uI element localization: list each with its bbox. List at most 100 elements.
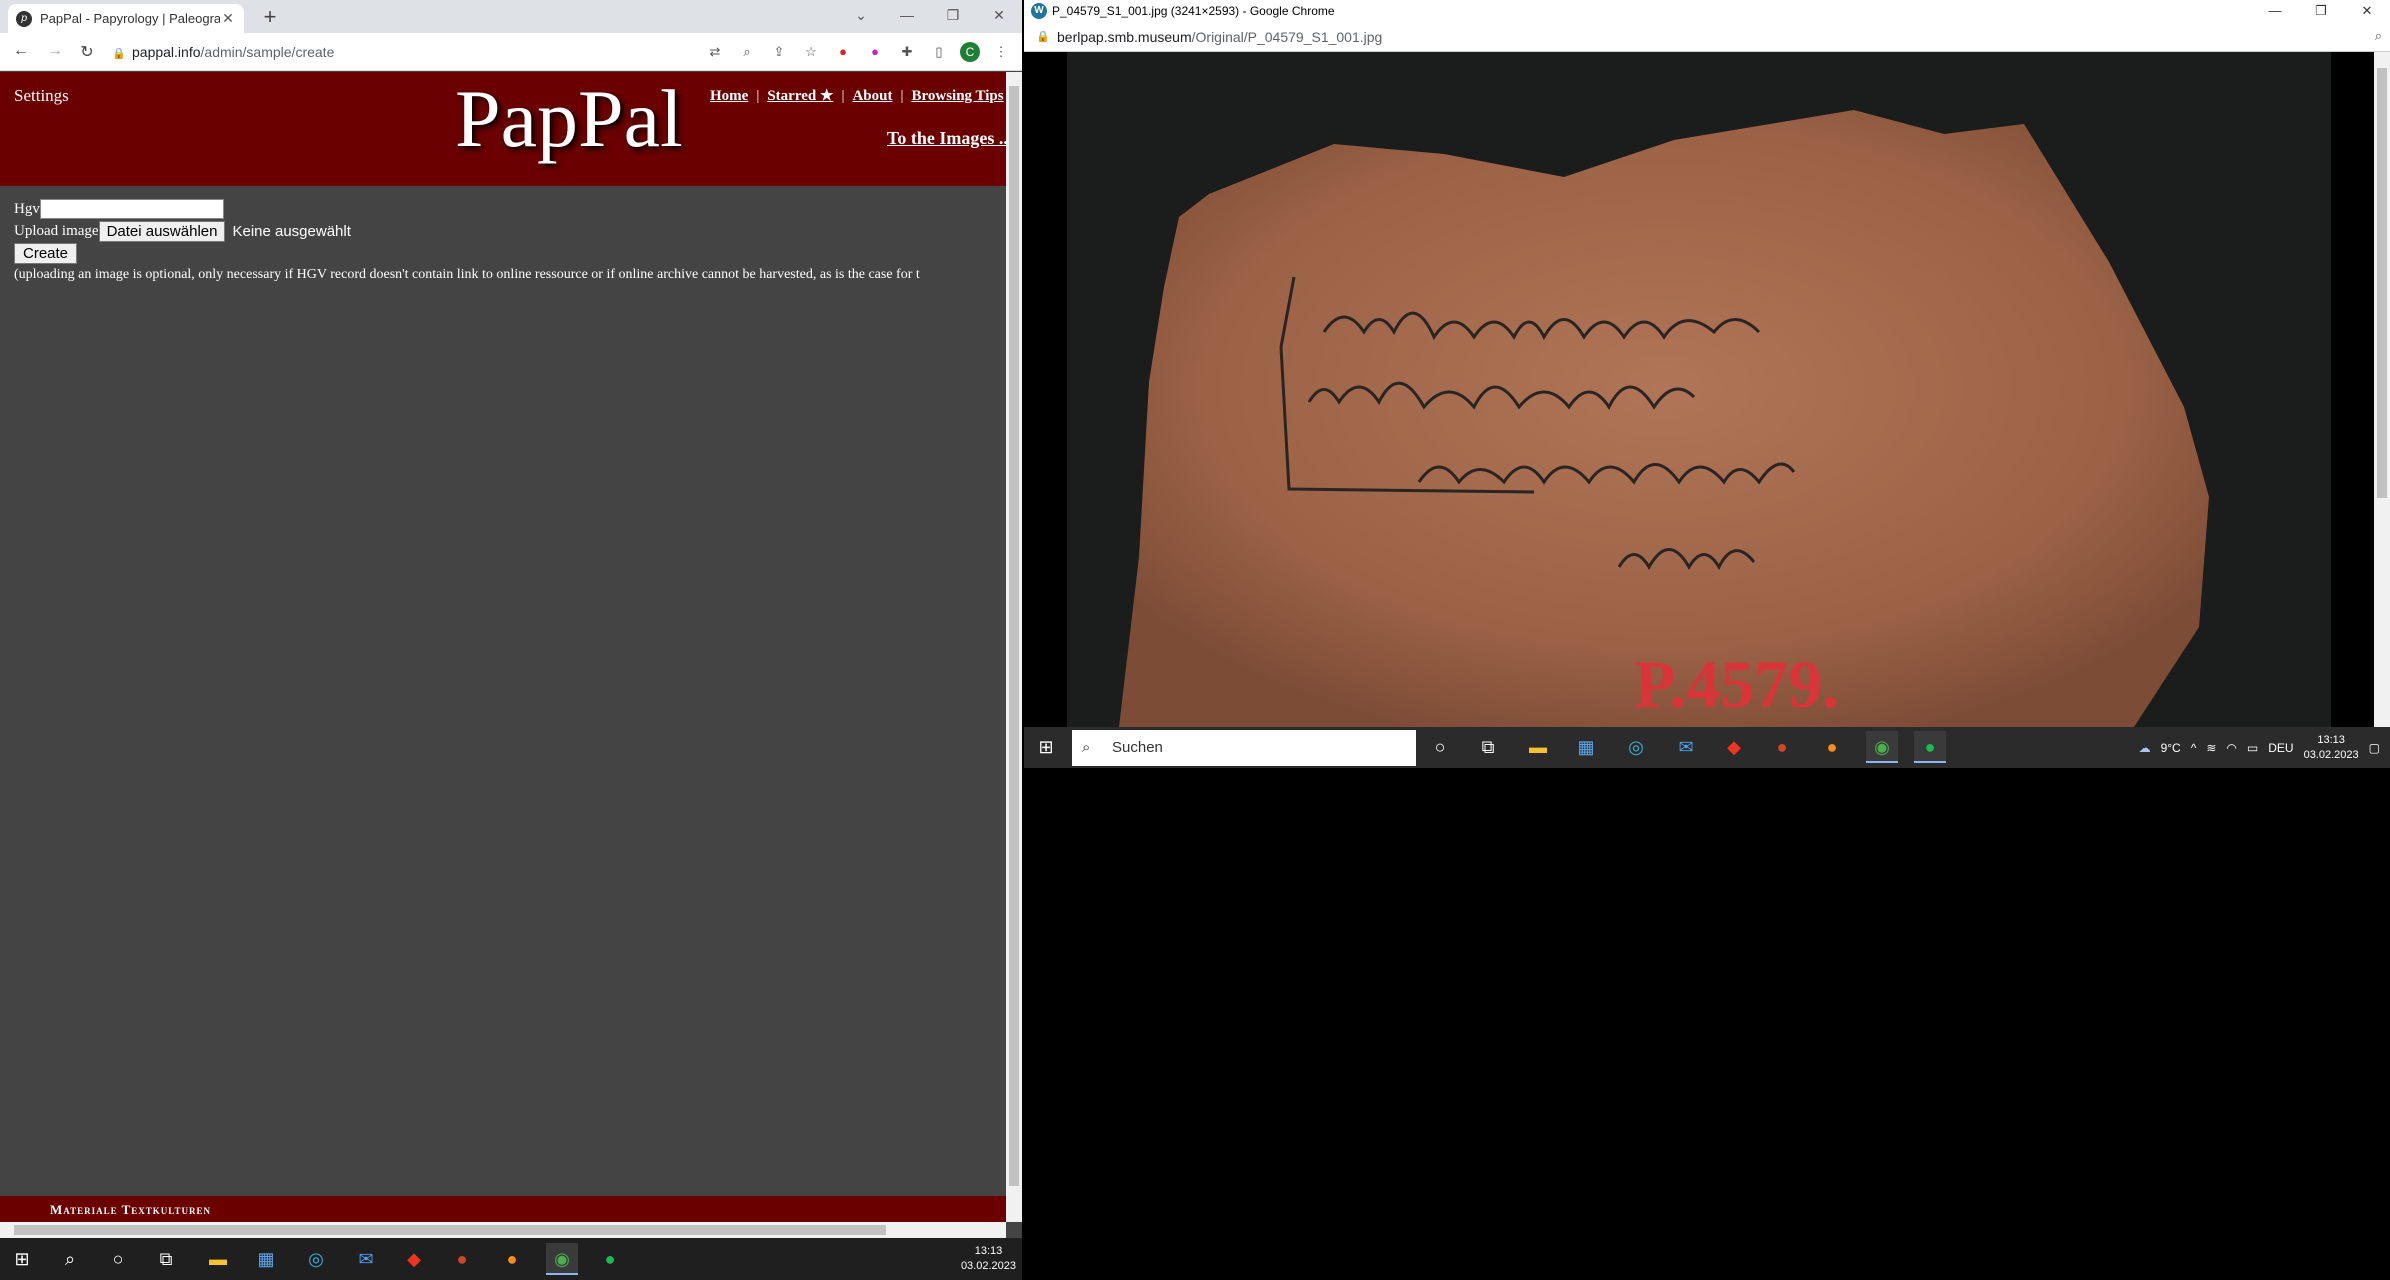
cortana-icon[interactable]: ○ bbox=[1424, 731, 1456, 763]
nav-starred[interactable]: Starred ★ bbox=[767, 88, 833, 104]
hgv-label: Hgv bbox=[14, 200, 40, 217]
nav-separator: | bbox=[900, 88, 904, 104]
spotify-icon[interactable]: ● bbox=[1914, 731, 1946, 763]
chrome-icon[interactable]: ◉ bbox=[546, 1243, 578, 1275]
wifi-icon[interactable]: ◠ bbox=[2226, 741, 2236, 755]
zoom-icon[interactable]: ⌕ bbox=[2375, 28, 2382, 44]
extension-red-icon[interactable]: ● bbox=[832, 42, 854, 62]
site-logo[interactable]: PapPal bbox=[455, 72, 683, 166]
right-browser-window: W P_04579_S1_001.jpg (3241×2593) - Googl… bbox=[1024, 0, 2390, 768]
vertical-scrollbar[interactable] bbox=[1006, 72, 1022, 1222]
firefox-icon[interactable]: ● bbox=[1816, 731, 1848, 763]
tab-pappal[interactable]: p PapPal - Papyrology | Paleograph ✕ bbox=[8, 4, 244, 33]
windows-start-icon[interactable]: ⊞ bbox=[1030, 731, 1062, 763]
restore-button[interactable]: ❐ bbox=[2298, 0, 2344, 22]
acrobat-icon[interactable]: ◆ bbox=[398, 1243, 430, 1275]
ostracon-shard bbox=[1119, 110, 2209, 727]
minimize-button[interactable]: — bbox=[2252, 0, 2298, 22]
create-row: Create bbox=[14, 242, 920, 264]
side-panel-icon[interactable]: ▯ bbox=[928, 42, 950, 62]
profile-avatar[interactable]: C bbox=[960, 42, 980, 62]
tab-title: PapPal - Papyrology | Paleograph bbox=[40, 11, 220, 26]
search-icon[interactable]: ⌕ bbox=[54, 1243, 86, 1275]
task-view-icon[interactable]: ⧉ bbox=[150, 1243, 182, 1275]
mail-icon[interactable]: ✉ bbox=[350, 1243, 382, 1275]
hgv-row: Hgv bbox=[14, 198, 920, 220]
nav-home[interactable]: Home bbox=[710, 88, 748, 104]
extension-purple-icon[interactable]: ● bbox=[864, 42, 886, 62]
horizontal-scrollbar[interactable] bbox=[0, 1222, 1006, 1238]
tab-strip: p PapPal - Papyrology | Paleograph ✕ + ⌄… bbox=[0, 0, 1022, 33]
scroll-thumb[interactable] bbox=[1009, 86, 1019, 1186]
close-window-button[interactable]: ✕ bbox=[2344, 0, 2390, 22]
url-path: /Original/P_04579_S1_001.jpg bbox=[1191, 29, 1383, 45]
nav-browsing-tips[interactable]: Browsing Tips bbox=[911, 88, 1003, 104]
scroll-thumb[interactable] bbox=[2377, 68, 2387, 498]
page-content: Settings PapPal Home | Starred ★ | About | Bro… bbox=[0, 72, 1006, 1222]
tab-close-icon[interactable]: ✕ bbox=[220, 10, 236, 27]
store-icon[interactable]: ▦ bbox=[1570, 731, 1602, 763]
restore-button[interactable]: ❐ bbox=[930, 0, 976, 30]
ostracon-image[interactable]: P.4579. bbox=[1024, 52, 2374, 727]
weather-cloud-icon[interactable]: ☁ bbox=[2139, 741, 2151, 755]
share-icon[interactable]: ⇪ bbox=[768, 42, 790, 62]
minimize-button[interactable]: — bbox=[884, 0, 930, 30]
menu-dots-icon[interactable]: ⋮ bbox=[990, 42, 1012, 62]
language-indicator[interactable]: DEU bbox=[2268, 741, 2293, 755]
network-icon[interactable]: ≋ bbox=[2206, 741, 2216, 755]
powerpoint-icon[interactable]: ● bbox=[446, 1243, 478, 1275]
edge-icon[interactable]: ◎ bbox=[300, 1243, 332, 1275]
zoom-icon[interactable]: ⌕ bbox=[736, 42, 758, 62]
taskbar-clock[interactable]: 13:13 03.02.2023 bbox=[2304, 733, 2359, 763]
image-viewer[interactable]: P.4579. bbox=[1024, 52, 2374, 727]
forward-arrow-icon[interactable]: → bbox=[44, 42, 66, 60]
nav-separator: | bbox=[841, 88, 845, 104]
edge-icon[interactable]: ◎ bbox=[1620, 731, 1652, 763]
reload-icon[interactable]: ↻ bbox=[76, 42, 98, 62]
cortana-icon[interactable]: ○ bbox=[102, 1243, 134, 1275]
pappal-favicon-icon: p bbox=[16, 10, 32, 27]
acrobat-icon[interactable]: ◆ bbox=[1718, 731, 1750, 763]
choose-file-button[interactable]: Datei auswählen bbox=[98, 220, 226, 242]
file-explorer-icon[interactable]: ▬ bbox=[202, 1243, 234, 1275]
notification-icon[interactable]: ▢ bbox=[2369, 741, 2380, 755]
taskbar-clock[interactable]: 13:13 03.02.2023 bbox=[961, 1244, 1016, 1274]
clock-time: 13:13 bbox=[974, 1245, 1003, 1257]
file-status: Keine ausgewählt bbox=[232, 222, 351, 240]
lock-icon: 🔒 bbox=[112, 48, 126, 60]
clock-time: 13:13 bbox=[2317, 733, 2345, 746]
create-button[interactable]: Create bbox=[14, 242, 78, 264]
firefox-icon[interactable]: ● bbox=[496, 1243, 528, 1275]
taskbar-search-input[interactable]: ⌕ Suchen bbox=[1072, 730, 1416, 766]
url-text: berlpap.smb.museum/Original/P_04579_S1_0… bbox=[1057, 29, 1382, 45]
powerpoint-icon[interactable]: ● bbox=[1766, 731, 1798, 763]
wordpress-favicon-icon: W bbox=[1031, 3, 1047, 19]
scroll-thumb[interactable] bbox=[14, 1225, 886, 1235]
windows-start-icon[interactable]: ⊞ bbox=[6, 1243, 38, 1275]
nav-about[interactable]: About bbox=[852, 88, 892, 104]
to-images-link[interactable]: To the Images ... bbox=[887, 128, 1006, 149]
address-bar[interactable]: 🔒 berlpap.smb.museum/Original/P_04579_S1… bbox=[1024, 22, 2390, 52]
mail-icon[interactable]: ✉ bbox=[1670, 731, 1702, 763]
spotify-icon[interactable]: ● bbox=[594, 1243, 626, 1275]
battery-icon[interactable]: ▭ bbox=[2247, 741, 2258, 755]
file-explorer-icon[interactable]: ▬ bbox=[1522, 731, 1554, 763]
browser-toolbar: ← → ↻ 🔒 pappal.info/admin/sample/create ⇄… bbox=[0, 33, 1022, 71]
weather-temp[interactable]: 9°C bbox=[2161, 741, 2181, 755]
settings-link[interactable]: Settings bbox=[14, 86, 69, 106]
tray-chevron-icon[interactable]: ^ bbox=[2191, 741, 2197, 755]
back-arrow-icon[interactable]: ← bbox=[10, 42, 32, 60]
hgv-input[interactable] bbox=[39, 199, 224, 219]
task-view-icon[interactable]: ⧉ bbox=[1472, 731, 1504, 763]
site-footer: Materiale Textkulturen bbox=[0, 1196, 1006, 1222]
chrome-icon[interactable]: ◉ bbox=[1866, 731, 1898, 763]
store-icon[interactable]: ▦ bbox=[250, 1243, 282, 1275]
translate-icon[interactable]: ⇄ bbox=[704, 42, 726, 62]
extensions-puzzle-icon[interactable]: ✚ bbox=[896, 42, 918, 62]
close-window-button[interactable]: ✕ bbox=[976, 0, 1022, 30]
vertical-scrollbar[interactable] bbox=[2374, 52, 2390, 727]
right-title-bar: W P_04579_S1_001.jpg (3241×2593) - Googl… bbox=[1024, 0, 2390, 22]
new-tab-button[interactable]: + bbox=[258, 6, 282, 30]
tab-search-icon[interactable]: ⌄ bbox=[838, 0, 884, 30]
bookmark-star-icon[interactable]: ☆ bbox=[800, 42, 822, 62]
